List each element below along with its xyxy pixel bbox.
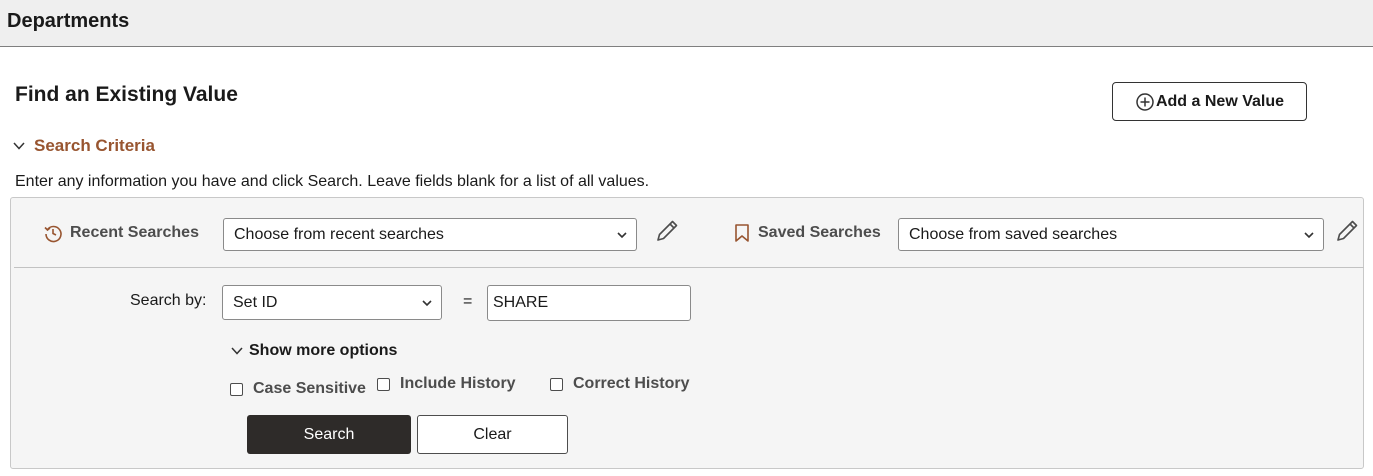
- case-sensitive-label: Case Sensitive: [253, 380, 366, 397]
- pencil-icon[interactable]: [1334, 218, 1360, 244]
- recent-searches-text: Recent Searches: [70, 224, 199, 241]
- search-criteria-label: Search Criteria: [34, 136, 155, 155]
- recent-searches-value: Choose from recent searches: [234, 225, 444, 243]
- add-new-value-button[interactable]: Add a New Value: [1112, 82, 1307, 121]
- checkbox-box[interactable]: [377, 377, 390, 391]
- page-title: Departments: [7, 10, 130, 32]
- saved-searches-label: Saved Searches: [733, 222, 881, 244]
- search-criteria-toggle[interactable]: Search Criteria: [12, 136, 155, 156]
- show-more-options-toggle[interactable]: Show more options: [230, 342, 397, 360]
- page-header: Departments: [0, 0, 1373, 47]
- search-by-field-value: Set ID: [233, 293, 278, 311]
- clear-button[interactable]: Clear: [417, 415, 568, 454]
- search-by-field-select[interactable]: Set ID: [222, 285, 442, 320]
- checkbox-box[interactable]: [550, 377, 563, 391]
- panel-divider: [14, 267, 1364, 268]
- show-more-options-label: Show more options: [249, 342, 398, 359]
- checkbox-box[interactable]: [230, 382, 243, 396]
- search-value-input[interactable]: [487, 285, 691, 321]
- search-instructions: Enter any information you have and click…: [15, 173, 650, 190]
- chevron-down-icon: [12, 139, 26, 153]
- search-operator: =: [463, 293, 473, 310]
- correct-history-checkbox[interactable]: Correct History: [550, 375, 689, 393]
- case-sensitive-checkbox[interactable]: Case Sensitive: [230, 380, 366, 398]
- find-existing-title: Find an Existing Value: [15, 83, 238, 106]
- recent-searches-label: Recent Searches: [42, 222, 199, 244]
- pencil-icon[interactable]: [654, 218, 680, 244]
- saved-searches-value: Choose from saved searches: [909, 225, 1118, 243]
- caret-down-icon: [616, 229, 628, 241]
- search-button[interactable]: Search: [247, 415, 411, 454]
- add-new-value-label: Add a New Value: [1155, 92, 1285, 110]
- circle-plus-icon: [1135, 92, 1155, 112]
- saved-searches-text: Saved Searches: [758, 224, 881, 241]
- caret-down-icon: [421, 297, 433, 309]
- bookmark-icon: [733, 222, 751, 244]
- history-icon: [42, 222, 64, 244]
- saved-searches-select[interactable]: Choose from saved searches: [898, 218, 1324, 251]
- search-by-label: Search by:: [130, 292, 207, 309]
- correct-history-label: Correct History: [573, 375, 690, 392]
- include-history-checkbox[interactable]: Include History: [377, 375, 516, 393]
- chevron-down-icon: [230, 344, 244, 358]
- include-history-label: Include History: [400, 375, 516, 392]
- recent-searches-select[interactable]: Choose from recent searches: [223, 218, 637, 251]
- caret-down-icon: [1303, 229, 1315, 241]
